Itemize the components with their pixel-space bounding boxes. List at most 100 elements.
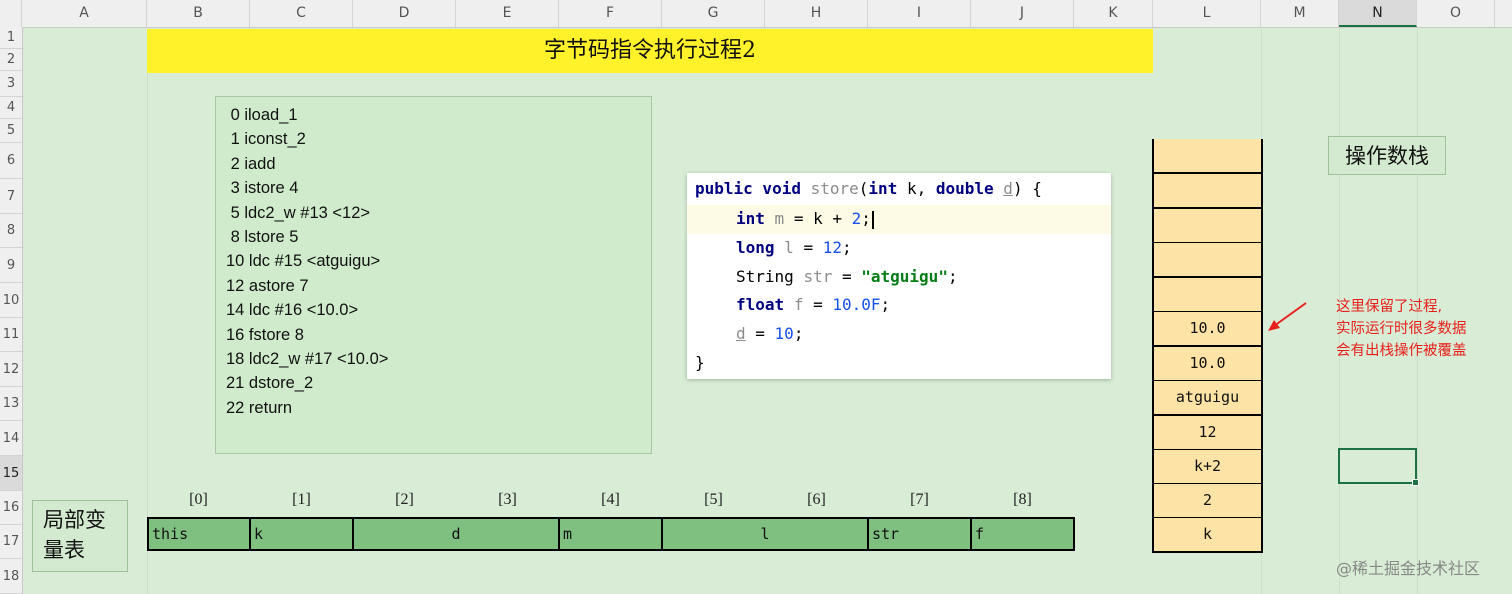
code-text: =: [803, 295, 833, 314]
keyword: int: [868, 179, 898, 198]
row-header[interactable]: 10: [0, 283, 22, 318]
column-header[interactable]: J: [971, 0, 1074, 27]
slot-index: [6]: [807, 491, 826, 508]
row-header[interactable]: 9: [0, 248, 22, 283]
slot-index: [3]: [498, 491, 517, 508]
code-line-close: }: [695, 353, 705, 372]
stack-cell[interactable]: k+2: [1152, 450, 1263, 485]
row-header[interactable]: 17: [0, 525, 22, 559]
code-line-assign: d = 10;: [736, 320, 803, 348]
row-header[interactable]: 2: [0, 49, 22, 71]
code-text: k,: [897, 179, 936, 198]
row-header[interactable]: 8: [0, 214, 22, 248]
param-name: d: [1003, 179, 1013, 198]
label-line: 局部变: [43, 508, 106, 532]
row-header[interactable]: 7: [0, 179, 22, 214]
row-header[interactable]: 3: [0, 71, 22, 97]
row-header[interactable]: 11: [0, 318, 22, 352]
column-header[interactable]: K: [1074, 0, 1153, 27]
slot-index: [1]: [292, 491, 311, 508]
note-line: 实际运行时很多数据: [1336, 321, 1467, 337]
var-name: d: [736, 324, 746, 343]
column-header[interactable]: H: [765, 0, 868, 27]
stack-cell[interactable]: [1152, 209, 1263, 244]
bytecode-line: 2 iadd: [226, 154, 276, 173]
code-text: = k +: [784, 209, 852, 228]
slot-index: [8]: [1013, 491, 1032, 508]
slot-index: [5]: [704, 491, 723, 508]
stack-cell[interactable]: 12: [1152, 416, 1263, 451]
stack-cell[interactable]: [1152, 278, 1263, 313]
column-header[interactable]: M: [1261, 0, 1339, 27]
watermark: @稀土掘金技术社区: [1336, 559, 1481, 578]
number: 12: [822, 238, 842, 257]
stack-cell[interactable]: [1152, 139, 1263, 174]
keyword: double: [935, 179, 994, 198]
column-header[interactable]: O: [1417, 0, 1495, 27]
column-header[interactable]: C: [250, 0, 353, 27]
bytecode-line: 0 iload_1: [226, 106, 298, 124]
string-literal: "atguigu": [861, 267, 948, 286]
local-var-cell[interactable]: m: [558, 517, 663, 551]
selected-cell[interactable]: [1338, 448, 1419, 486]
bytecode-line: 1 iconst_2: [226, 130, 306, 149]
row-header[interactable]: 16: [0, 491, 22, 525]
stack-cell[interactable]: 10.0: [1152, 312, 1263, 347]
code-text: (: [858, 179, 869, 198]
code-text: ;: [841, 238, 852, 257]
keyword: public void: [695, 179, 801, 198]
number: 10.0F: [832, 295, 881, 314]
local-var-cell[interactable]: str: [867, 517, 972, 551]
column-header[interactable]: I: [868, 0, 971, 27]
row-header-selected[interactable]: 15: [0, 456, 22, 491]
row-header[interactable]: 14: [0, 421, 22, 456]
column-header[interactable]: E: [456, 0, 559, 27]
var-name: m: [774, 209, 785, 228]
code-line-int[interactable]: int m = k + 2;: [736, 205, 874, 233]
row-header[interactable]: 4: [0, 97, 22, 119]
local-var-cell[interactable]: l: [661, 517, 869, 551]
local-var-cell[interactable]: d: [352, 517, 560, 551]
local-var-cell[interactable]: this: [147, 517, 251, 551]
page-title: 字节码指令执行过程2: [147, 29, 1153, 73]
code-text: ) {: [1012, 179, 1042, 198]
stack-cell[interactable]: 2: [1152, 484, 1263, 519]
column-header[interactable]: F: [559, 0, 662, 27]
stack-cell[interactable]: 10.0: [1152, 347, 1263, 382]
code-text: =: [745, 324, 775, 343]
row-header[interactable]: 5: [0, 119, 22, 143]
column-header[interactable]: A: [22, 0, 147, 27]
stack-cell[interactable]: k: [1152, 518, 1263, 553]
var-name: f: [793, 295, 804, 314]
slot-index: [2]: [395, 491, 414, 508]
note-line: 会有出栈操作被覆盖: [1336, 343, 1467, 359]
code-text: =: [793, 238, 823, 257]
stack-cell[interactable]: [1152, 243, 1263, 278]
column-header[interactable]: B: [147, 0, 250, 27]
java-code-snippet: public void store(int k, double d) { int…: [687, 173, 1111, 379]
local-var-cell[interactable]: f: [970, 517, 1075, 551]
operand-stack-label: 操作数栈: [1328, 136, 1446, 175]
row-header[interactable]: 6: [0, 143, 22, 179]
var-name: l: [784, 238, 794, 257]
select-all-corner[interactable]: [0, 0, 22, 27]
row-header[interactable]: 1: [0, 27, 22, 49]
column-header[interactable]: D: [353, 0, 456, 27]
row-header[interactable]: 13: [0, 387, 22, 421]
stack-cell[interactable]: [1152, 174, 1263, 209]
bytecode-line: 3 istore 4: [226, 179, 299, 198]
column-header[interactable]: L: [1153, 0, 1261, 27]
row-header[interactable]: 18: [0, 559, 22, 594]
type-name: String: [736, 267, 804, 286]
var-name: str: [803, 267, 833, 286]
column-header-selected[interactable]: N: [1339, 0, 1417, 27]
stack-cell[interactable]: atguigu: [1152, 381, 1263, 416]
row-header[interactable]: 12: [0, 352, 22, 387]
number: 2: [851, 209, 862, 228]
note-line: 这里保留了过程,: [1336, 299, 1443, 315]
local-var-cell[interactable]: k: [249, 517, 354, 551]
bytecode-line: 18 ldc2_w #17 <10.0>: [226, 350, 389, 369]
code-line-string: String str = "atguigu";: [736, 263, 958, 291]
code-text: ;: [861, 209, 871, 228]
column-header[interactable]: G: [662, 0, 765, 27]
